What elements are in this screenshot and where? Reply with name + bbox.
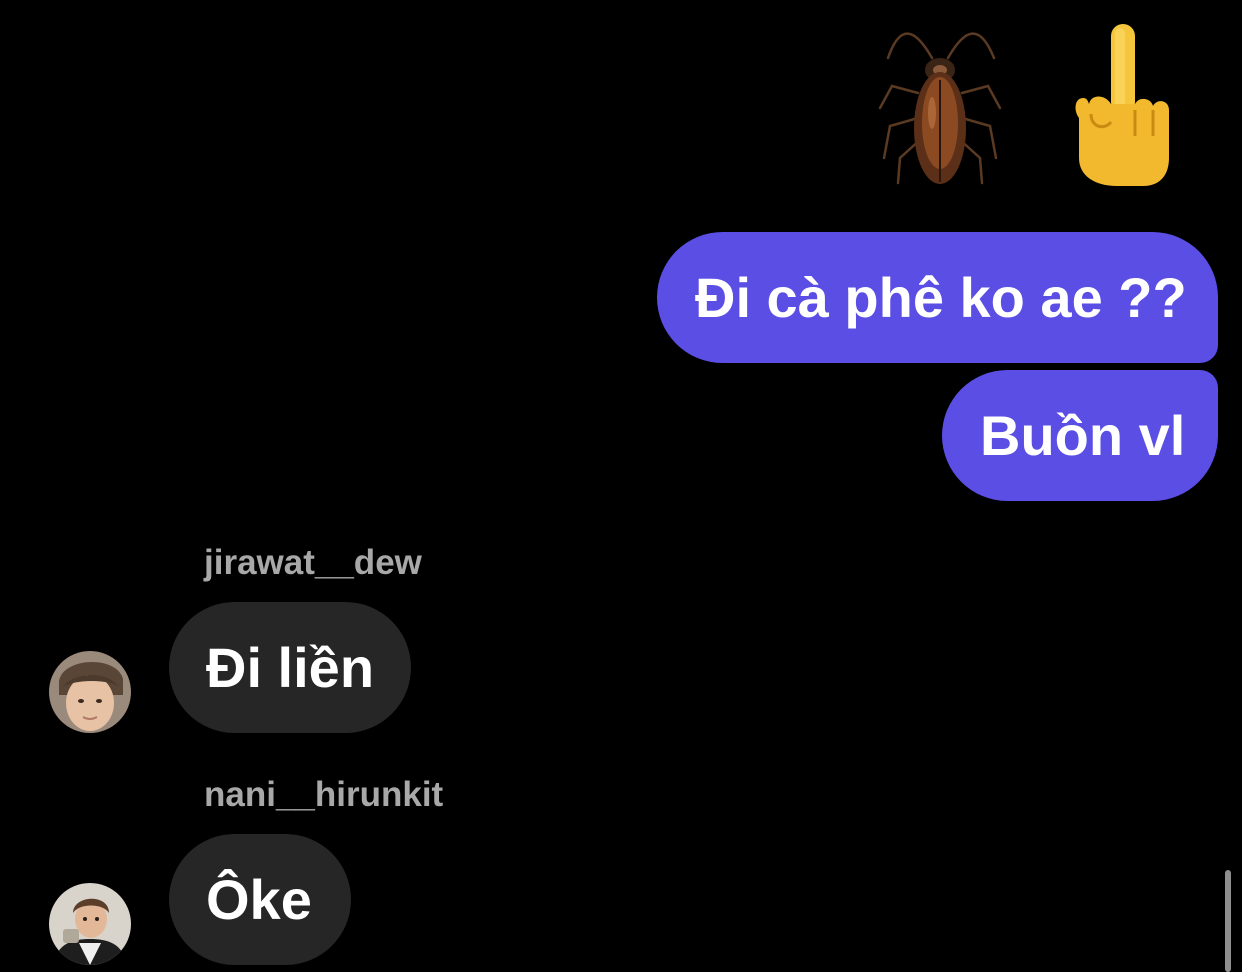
message-text: Buồn vl <box>980 403 1186 467</box>
scrollbar[interactable] <box>1225 870 1231 972</box>
message-text: Đi liền <box>206 635 375 699</box>
middle-finger-icon <box>1075 24 1169 186</box>
message-text: Ôke <box>206 867 312 931</box>
incoming-message-bubble[interactable]: Đi liền <box>169 602 411 733</box>
sender-name[interactable]: nani__hirunkit <box>204 775 443 815</box>
avatar-nani-image <box>49 883 131 965</box>
cockroach-icon <box>878 32 1002 185</box>
outgoing-message-bubble[interactable]: Buồn vl <box>942 370 1218 501</box>
outgoing-message-bubble[interactable]: Đi cà phê ko ae ?? <box>657 232 1218 363</box>
message-text: Đi cà phê ko ae ?? <box>695 265 1187 329</box>
chat-thread: Đi cà phê ko ae ?? Buồn vl jirawat__dew … <box>0 0 1242 972</box>
sender-name[interactable]: jirawat__dew <box>204 543 422 583</box>
avatar-jirawat-image <box>49 651 131 733</box>
avatar[interactable] <box>49 651 131 733</box>
emoji-message-row[interactable] <box>860 18 1190 198</box>
incoming-message-bubble[interactable]: Ôke <box>169 834 351 965</box>
avatar[interactable] <box>49 883 131 965</box>
